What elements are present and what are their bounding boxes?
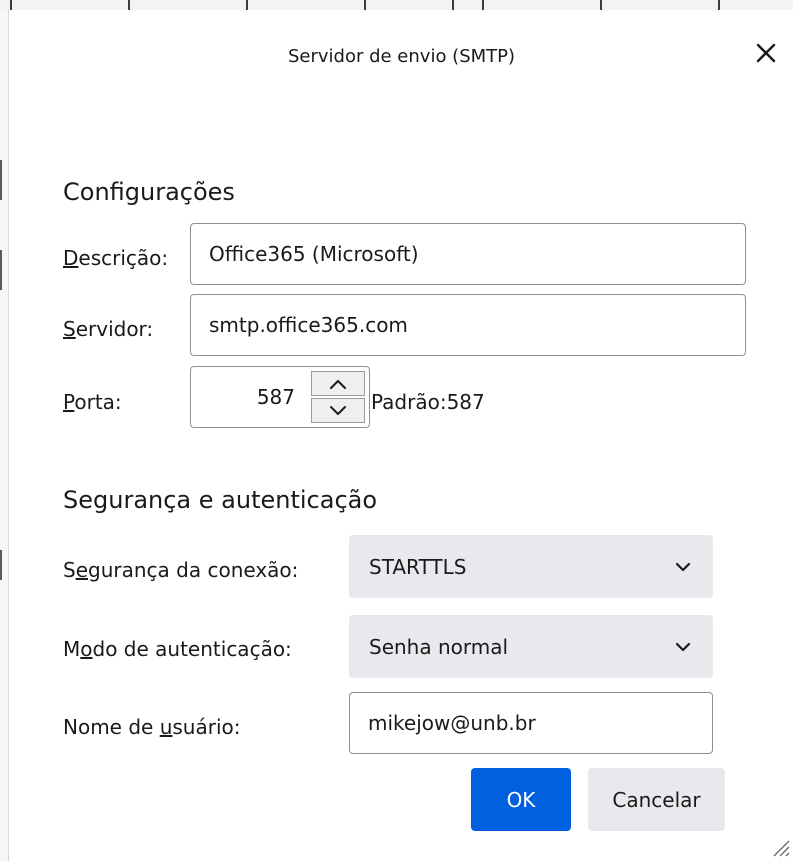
connection-security-label: Segurança da conexão: [63,558,299,582]
auth-method-select[interactable]: Senha normal [349,615,713,678]
security-heading: Segurança e autenticação [63,486,378,514]
smtp-server-dialog: Servidor de envio (SMTP) Configurações D… [8,10,793,861]
port-label: Porta: [63,390,122,414]
ok-button[interactable]: OK [471,768,571,831]
port-stepper-buttons [311,371,365,423]
resize-grip-icon[interactable] [768,835,790,857]
dialog-title: Servidor de envio (SMTP) [287,46,516,67]
auth-method-label: Modo de autenticação: [63,637,292,661]
chevron-down-icon [675,642,691,651]
description-label: Descrição: [63,246,169,270]
chevron-down-icon [330,405,346,415]
dialog-titlebar: Servidor de envio (SMTP) [9,10,793,107]
port-default-text: Padrão:587 [371,390,485,414]
server-label: Servidor: [63,317,154,341]
close-icon [756,43,776,63]
port-increment-button[interactable] [311,371,365,396]
chevron-up-icon [330,379,346,389]
port-stepper[interactable]: 587 [190,366,370,428]
server-field[interactable]: smtp.office365.com [190,294,746,356]
background-window-left-edge [0,10,8,861]
username-field[interactable]: mikejow@unb.br [349,692,713,754]
port-decrement-button[interactable] [311,398,365,423]
chevron-down-icon [675,562,691,571]
connection-security-select[interactable]: STARTTLS [349,535,713,598]
close-button[interactable] [753,40,779,66]
description-field[interactable]: Office365 (Microsoft) [190,223,746,285]
cancel-button[interactable]: Cancelar [588,768,725,831]
username-label: Nome de usuário: [63,715,241,739]
settings-heading: Configurações [63,178,235,206]
window-frame: Servidor de envio (SMTP) Configurações D… [0,0,793,861]
auth-method-value: Senha normal [369,634,509,659]
connection-security-value: STARTTLS [369,554,467,579]
port-value: 587 [256,385,295,409]
